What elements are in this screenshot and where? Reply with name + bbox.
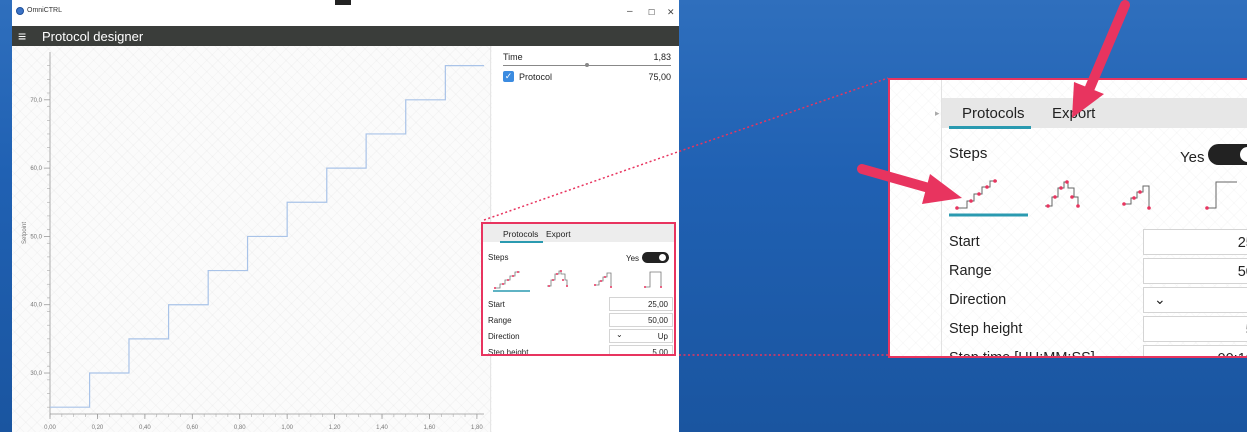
annotation-arrows [857,0,1130,204]
arrow-to-export-icon [1072,0,1130,118]
arrow-to-step-shape-icon [857,164,962,204]
